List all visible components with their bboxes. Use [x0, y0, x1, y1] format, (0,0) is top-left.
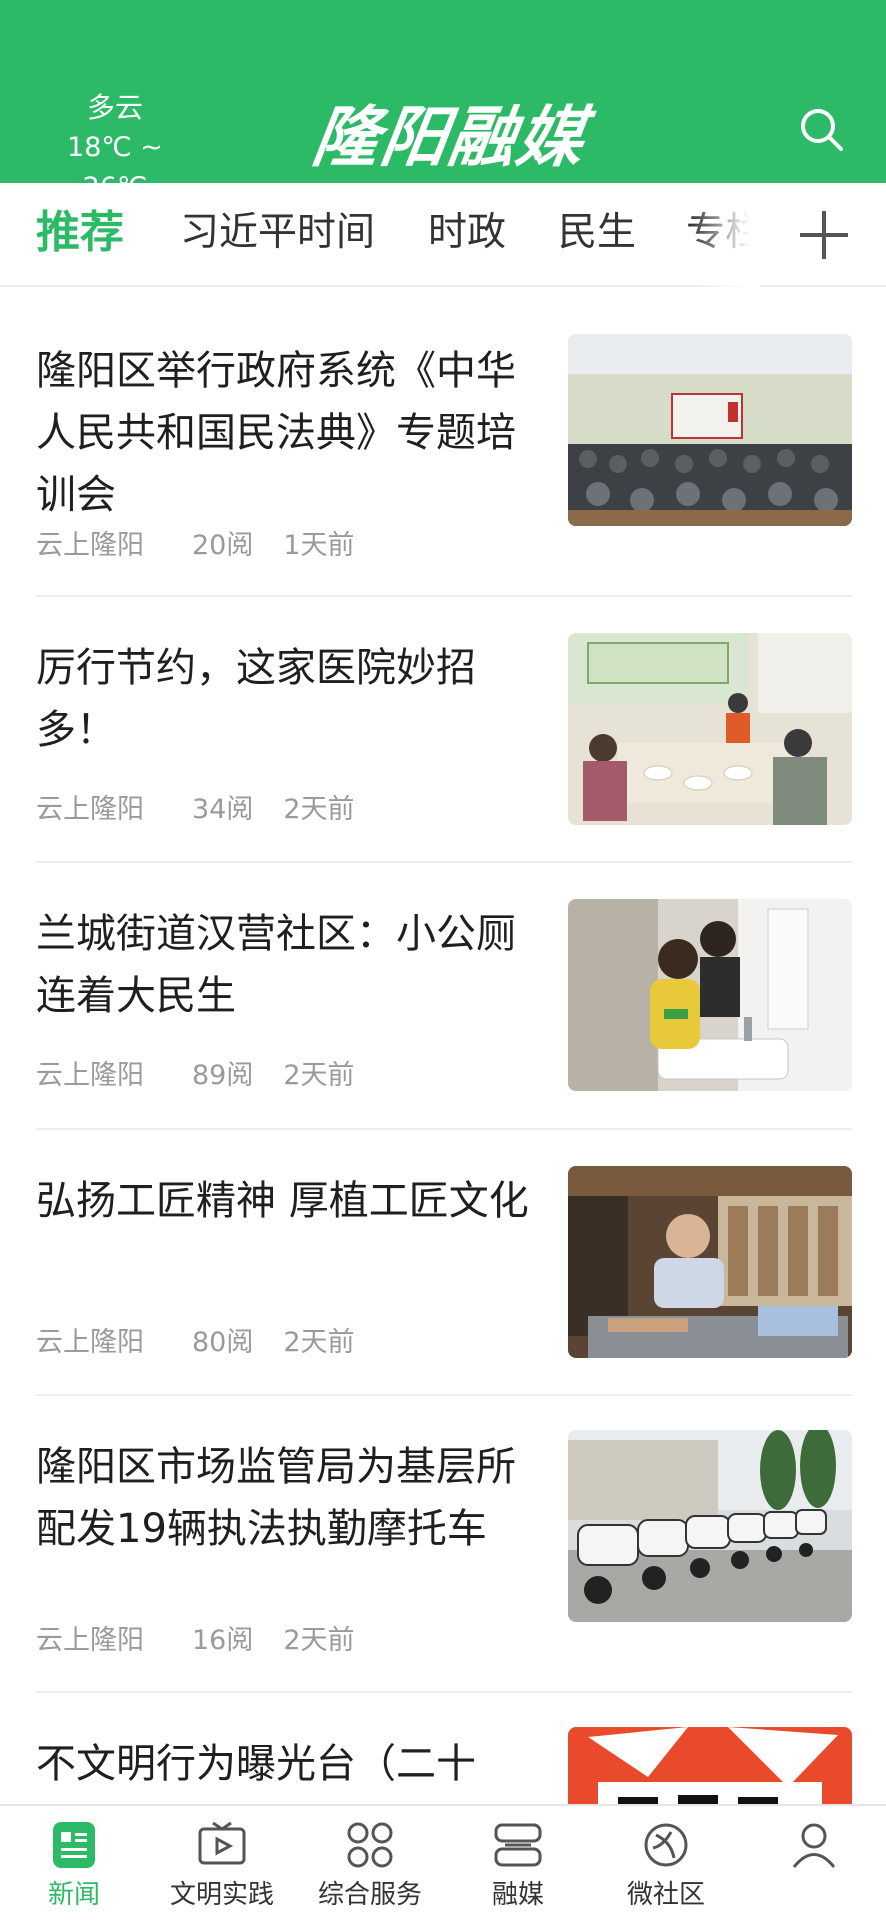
news-views: 34阅: [192, 794, 254, 825]
tab-fade-overlay: [690, 183, 760, 287]
news-title: 隆阳区举行政府系统《中华人民共和国民法典》专题培训会: [36, 348, 516, 518]
news-meta: 云上隆阳 16阅 2天前: [36, 1618, 355, 1657]
news-time: 2天前: [283, 1625, 355, 1656]
video-play-icon: [197, 1820, 247, 1870]
news-source: 云上隆阳: [36, 1060, 144, 1091]
news-thumbnail: [568, 1430, 852, 1622]
nav-media[interactable]: 融媒: [460, 1806, 576, 1920]
news-thumbnail: [568, 899, 852, 1091]
news-time: 2天前: [283, 1060, 355, 1091]
nav-label: 新闻: [47, 1880, 100, 1910]
tab-strip[interactable]: 推荐 习近平时间 时政 民生 专栏: [0, 183, 760, 287]
media-layers-icon: [493, 1820, 543, 1870]
news-title: 厉行节约，这家医院妙招多！: [36, 645, 476, 753]
nav-label: 融媒: [491, 1880, 544, 1910]
brand-title: 隆阳融媒: [307, 98, 591, 176]
news-title: 不文明行为曝光台（二十: [36, 1741, 476, 1787]
news-thumbnail: [568, 633, 852, 825]
plus-icon: [800, 211, 848, 259]
tab-politics[interactable]: 时政: [428, 183, 506, 287]
news-item[interactable]: 隆阳区举行政府系统《中华人民共和国民法典》专题培训会 云上隆阳 20阅 1天前: [36, 330, 852, 597]
bottom-navigation: 新闻 文明实践 综合服务 融媒 微社区: [0, 1804, 886, 1920]
news-time: 1天前: [283, 530, 355, 561]
news-thumbnail: [568, 334, 852, 526]
news-source: 云上隆阳: [36, 794, 144, 825]
news-views: 80阅: [192, 1327, 254, 1358]
user-profile-icon: [789, 1820, 839, 1870]
news-meta: 云上隆阳 34阅 2天前: [36, 787, 355, 826]
news-source: 云上隆阳: [36, 1327, 144, 1358]
app-header: 多云 18℃ ~ 26℃ 隆阳融媒: [0, 0, 886, 203]
news-meta: 云上隆阳 80阅 2天前: [36, 1320, 355, 1359]
nav-profile[interactable]: 我的: [756, 1806, 872, 1920]
tab-xi-time[interactable]: 习近平时间: [180, 183, 375, 287]
nav-services[interactable]: 综合服务: [310, 1806, 430, 1920]
canteen-dining-photo: [568, 633, 852, 825]
news-views: 89阅: [192, 1060, 254, 1091]
nav-label: 文明实践: [169, 1880, 274, 1910]
search-button[interactable]: [796, 104, 848, 156]
search-icon: [801, 109, 843, 151]
news-time: 2天前: [283, 794, 355, 825]
news-title: 隆阳区市场监管局为基层所配发19辆执法执勤摩托车: [36, 1444, 516, 1552]
news-icon: [49, 1820, 99, 1870]
app-logo: 隆阳融媒: [300, 92, 600, 176]
craftsman-workshop-photo: [568, 1166, 852, 1358]
news-item[interactable]: 兰城街道汉营社区：小公厕连着大民生 云上隆阳 89阅 2天前: [36, 863, 852, 1130]
grid-services-icon: [345, 1820, 395, 1870]
add-channel-button[interactable]: [796, 207, 852, 263]
child-washing-hands-photo: [568, 899, 852, 1091]
tab-livelihood[interactable]: 民生: [558, 183, 636, 287]
channel-tabs: 推荐 习近平时间 时政 民生 专栏: [0, 183, 886, 287]
news-meta: 云上隆阳 89阅 2天前: [36, 1053, 355, 1092]
news-meta: 云上隆阳 20阅 1天前: [36, 523, 355, 562]
nav-community[interactable]: 微社区: [608, 1806, 724, 1920]
news-source: 云上隆阳: [36, 530, 144, 561]
news-views: 16阅: [192, 1625, 254, 1656]
news-thumbnail: [568, 1166, 852, 1358]
motorcycles-row-photo: [568, 1430, 852, 1622]
news-item[interactable]: 厉行节约，这家医院妙招多！ 云上隆阳 34阅 2天前: [36, 597, 852, 863]
news-item[interactable]: 隆阳区市场监管局为基层所配发19辆执法执勤摩托车 云上隆阳 16阅 2天前: [36, 1396, 852, 1693]
tab-recommend[interactable]: 推荐: [36, 183, 124, 287]
news-source: 云上隆阳: [36, 1625, 144, 1656]
nav-civilization-practice[interactable]: 文明实践: [162, 1806, 282, 1920]
meeting-hall-photo: [568, 334, 852, 526]
weather-condition: 多云: [86, 91, 143, 124]
nav-label: 微社区: [626, 1880, 705, 1910]
news-views: 20阅: [192, 530, 254, 561]
community-circle-icon: [641, 1820, 691, 1870]
news-item[interactable]: 弘扬工匠精神 厚植工匠文化 云上隆阳 80阅 2天前: [36, 1130, 852, 1396]
news-title: 兰城街道汉营社区：小公厕连着大民生: [36, 911, 516, 1019]
nav-label: 综合服务: [317, 1880, 422, 1910]
news-title: 弘扬工匠精神 厚植工匠文化: [36, 1178, 529, 1224]
news-time: 2天前: [283, 1327, 355, 1358]
nav-news[interactable]: 新闻: [16, 1806, 132, 1920]
